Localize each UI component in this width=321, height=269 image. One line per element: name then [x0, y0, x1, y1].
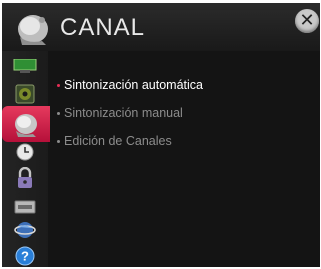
page-title: CANAL: [60, 14, 146, 41]
clock-icon: [16, 143, 34, 161]
bullet-icon: [57, 139, 60, 143]
header: CANAL ✕: [2, 3, 320, 51]
options-icon: [14, 200, 36, 214]
menu-item-label: Edición de Canales: [64, 134, 172, 148]
audio-speaker-icon: [15, 84, 35, 104]
lock-icon: [18, 167, 32, 188]
close-icon: ✕: [299, 10, 315, 31]
help-icon: ?: [15, 246, 35, 266]
category-sidebar: ?: [2, 51, 50, 267]
sidebar-item-lock[interactable]: [6, 165, 44, 191]
sidebar-item-help[interactable]: ?: [6, 243, 44, 267]
sidebar-item-picture[interactable]: [6, 53, 44, 79]
menu-item-channel-edit[interactable]: Edición de Canales: [57, 131, 203, 151]
menu-item-manual-tuning[interactable]: Sintonización manual: [57, 103, 203, 123]
bullet-icon: [57, 111, 60, 115]
svg-text:?: ?: [21, 249, 29, 264]
sidebar-item-network[interactable]: [6, 217, 44, 243]
settings-window: CANAL ✕ ? Sintonización automática Sinto…: [2, 3, 320, 267]
sidebar-item-channel[interactable]: [2, 106, 50, 142]
menu-item-auto-tuning[interactable]: Sintonización automática: [57, 75, 203, 95]
menu-item-label: Sintonización manual: [64, 106, 183, 120]
bullet-icon: [57, 83, 60, 87]
sidebar-item-time[interactable]: [6, 139, 44, 165]
channel-menu: Sintonización automática Sintonización m…: [57, 75, 203, 159]
satellite-dish-icon: [18, 15, 48, 45]
satellite-dish-icon: [15, 114, 37, 137]
close-button[interactable]: ✕: [295, 9, 319, 33]
picture-icon: [13, 59, 37, 73]
network-icon: [14, 222, 36, 238]
menu-item-label: Sintonización automática: [64, 78, 203, 92]
sidebar-item-audio[interactable]: [6, 81, 44, 107]
